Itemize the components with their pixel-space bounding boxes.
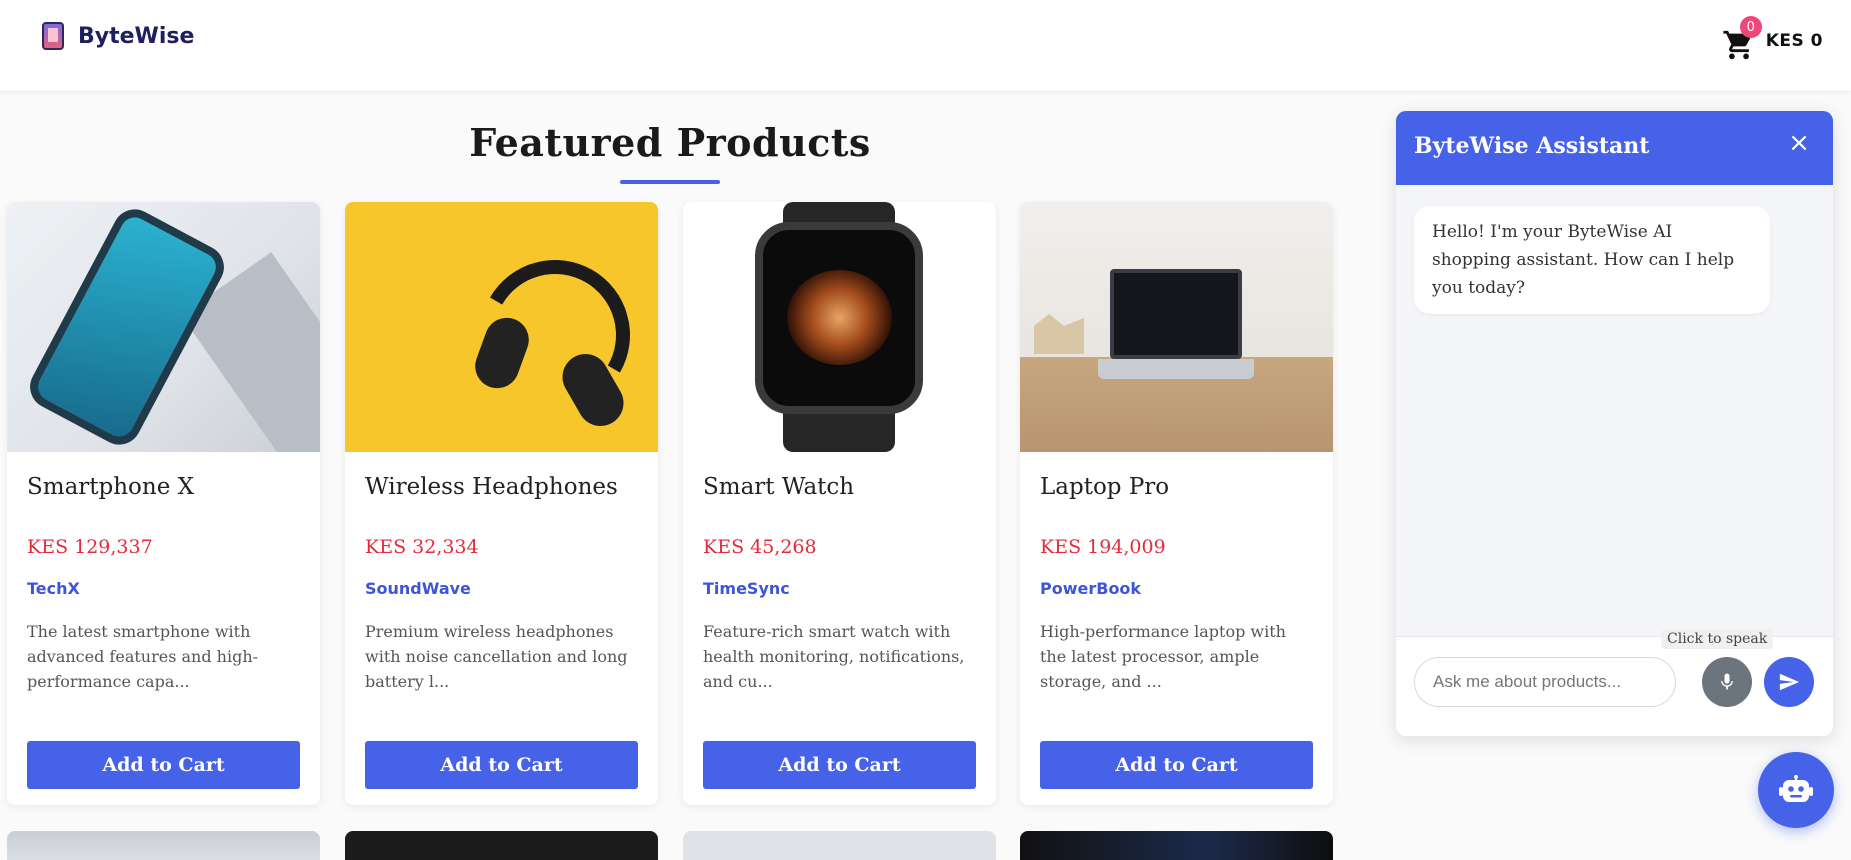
chat-title: ByteWise Assistant	[1414, 133, 1650, 159]
add-to-cart-button[interactable]: Add to Cart	[27, 741, 300, 789]
product-name[interactable]: Wireless Headphones	[365, 474, 618, 500]
product-card: Wireless Headphones KES 32,334 SoundWave…	[345, 202, 658, 805]
send-icon	[1779, 673, 1800, 691]
product-name[interactable]: Smartphone X	[27, 474, 194, 500]
title-underline	[620, 180, 720, 184]
cart-button[interactable]: 0 KES 0	[1722, 16, 1823, 60]
brand-name: ByteWise	[78, 23, 195, 49]
robot-icon	[1779, 775, 1813, 802]
product-card-partial[interactable]	[1020, 831, 1333, 860]
close-icon[interactable]: ×	[1785, 129, 1813, 157]
chatbot-toggle-button[interactable]	[1758, 752, 1834, 828]
product-description: High-performance laptop with the latest …	[1040, 622, 1286, 691]
site-header: ByteWise 0 KES 0	[0, 0, 1851, 92]
product-brand: TimeSync	[703, 579, 790, 598]
product-card: Laptop Pro KES 194,009 PowerBook High-pe…	[1020, 202, 1333, 805]
product-image[interactable]	[683, 202, 996, 452]
product-description: Feature-rich smart watch with health mon…	[703, 622, 965, 691]
product-brand: TechX	[27, 579, 80, 598]
chat-input[interactable]	[1414, 657, 1676, 707]
product-card-partial[interactable]	[683, 831, 996, 860]
brand[interactable]: ByteWise	[42, 22, 194, 50]
product-name[interactable]: Smart Watch	[703, 474, 854, 500]
cart-icon: 0	[1722, 16, 1762, 60]
product-image[interactable]	[1020, 202, 1333, 452]
product-brand: PowerBook	[1040, 579, 1142, 598]
cart-total: KES 0	[1765, 31, 1823, 51]
product-price: KES 194,009	[1040, 536, 1166, 558]
add-to-cart-button[interactable]: Add to Cart	[365, 741, 638, 789]
product-card: Smart Watch KES 45,268 TimeSync Feature-…	[683, 202, 996, 805]
product-image[interactable]	[7, 202, 320, 452]
cart-count-badge: 0	[1739, 16, 1762, 38]
add-to-cart-button[interactable]: Add to Cart	[703, 741, 976, 789]
product-brand: SoundWave	[365, 579, 471, 598]
product-card-partial[interactable]	[345, 831, 658, 860]
send-button[interactable]	[1764, 657, 1814, 707]
speak-tooltip: Click to speak	[1661, 629, 1774, 649]
add-to-cart-button[interactable]: Add to Cart	[1040, 741, 1313, 789]
microphone-button[interactable]	[1702, 657, 1752, 707]
chat-footer	[1396, 636, 1833, 736]
page-title: Featured Products	[469, 120, 871, 165]
product-name[interactable]: Laptop Pro	[1040, 474, 1169, 500]
product-price: KES 45,268	[703, 536, 817, 558]
microphone-icon	[1721, 673, 1733, 690]
product-card: Smartphone X KES 129,337 TechX The lates…	[7, 202, 320, 805]
assistant-message: Hello! I'm your ByteWise AI shopping ass…	[1414, 206, 1770, 314]
product-image[interactable]	[345, 202, 658, 452]
product-price: KES 32,334	[365, 536, 479, 558]
product-price: KES 129,337	[27, 536, 153, 558]
product-description: The latest smartphone with advanced feat…	[27, 622, 259, 691]
product-card-partial[interactable]	[7, 831, 320, 860]
product-description: Premium wireless headphones with noise c…	[365, 622, 628, 691]
phone-logo-icon	[42, 22, 64, 50]
chat-header: ByteWise Assistant ×	[1396, 111, 1833, 185]
